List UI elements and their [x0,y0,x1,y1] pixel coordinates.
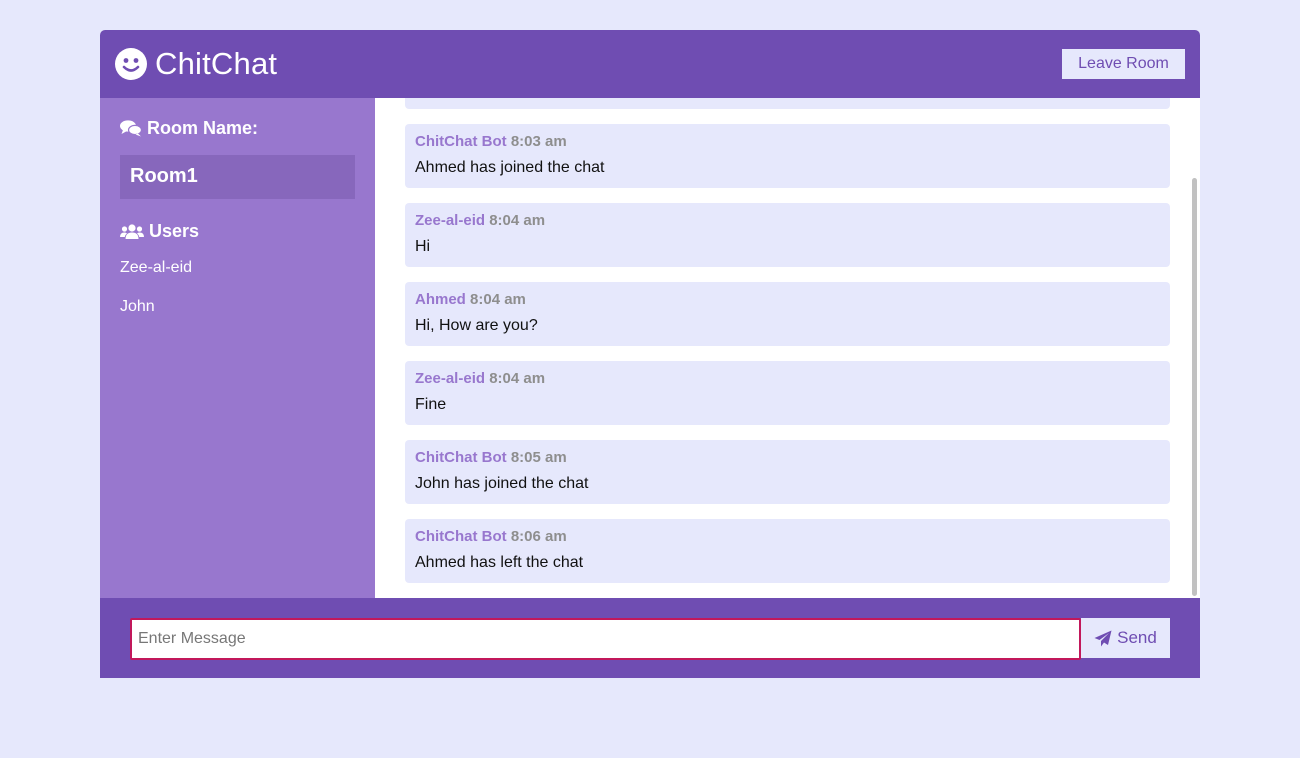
room-name-label: Room Name: [147,118,259,138]
chat-container: ChitChat Leave Room Room Name: Room1 Use… [100,30,1200,678]
message-text: Hi, How are you? [415,317,538,334]
message-input[interactable] [130,618,1081,660]
message-author: Zee-al-eid [415,212,486,229]
app-title: ChitChat [155,46,278,81]
scrollbar-thumb[interactable] [1192,178,1197,596]
message-text: John has joined the chat [415,475,589,492]
message-author: Zee-al-eid [415,370,486,387]
message-author: ChitChat Bot [415,133,507,150]
smile-icon [115,48,147,80]
brand: ChitChat [115,46,277,82]
message-text: Hi [415,238,431,255]
users-icon [120,224,144,239]
paper-plane-icon [1094,630,1112,646]
message-item-partial [405,98,1170,109]
sidebar: Room Name: Room1 Users Zee-al-eid John [100,98,375,598]
user-list: Zee-al-eid John [120,258,355,336]
send-button[interactable]: Send [1081,618,1170,658]
message-item: Zee-al-eid 8:04 am Fine [405,361,1170,425]
message-time: 8:05 am [510,449,567,466]
message-item: ChitChat Bot 8:03 am Ahmed has joined th… [405,124,1170,188]
message-list[interactable]: ChitChat Bot 8:03 am Ahmed has joined th… [375,98,1200,598]
message-author: ChitChat Bot [415,528,507,545]
message-time: 8:04 am [489,370,546,387]
comments-icon [120,120,142,137]
user-item: Zee-al-eid [120,259,193,276]
leave-room-button[interactable]: Leave Room [1062,49,1185,79]
message-author: ChitChat Bot [415,449,507,466]
message-time: 8:03 am [510,133,567,150]
chat-header: ChitChat Leave Room [100,30,1200,98]
users-heading: Users [120,221,355,242]
message-form: Send [100,598,1200,678]
message-time: 8:04 am [489,212,546,229]
message-text: Fine [415,396,447,413]
message-item: ChitChat Bot 8:06 am Ahmed has left the … [405,519,1170,583]
send-label: Send [1117,628,1157,647]
room-name: Room1 [120,155,355,199]
user-item: John [120,298,155,315]
message-time: 8:04 am [470,291,526,308]
message-author: Ahmed [415,291,466,308]
users-label: Users [149,221,200,241]
room-name-heading: Room Name: [120,118,355,139]
message-item: Zee-al-eid 8:04 am Hi [405,203,1170,267]
message-time: 8:06 am [510,528,567,545]
message-text: Ahmed has joined the chat [415,159,605,176]
message-item: ChitChat Bot 8:05 am John has joined the… [405,440,1170,504]
message-item: Ahmed 8:04 am Hi, How are you? [405,282,1170,346]
message-text: Ahmed has left the chat [415,554,584,571]
